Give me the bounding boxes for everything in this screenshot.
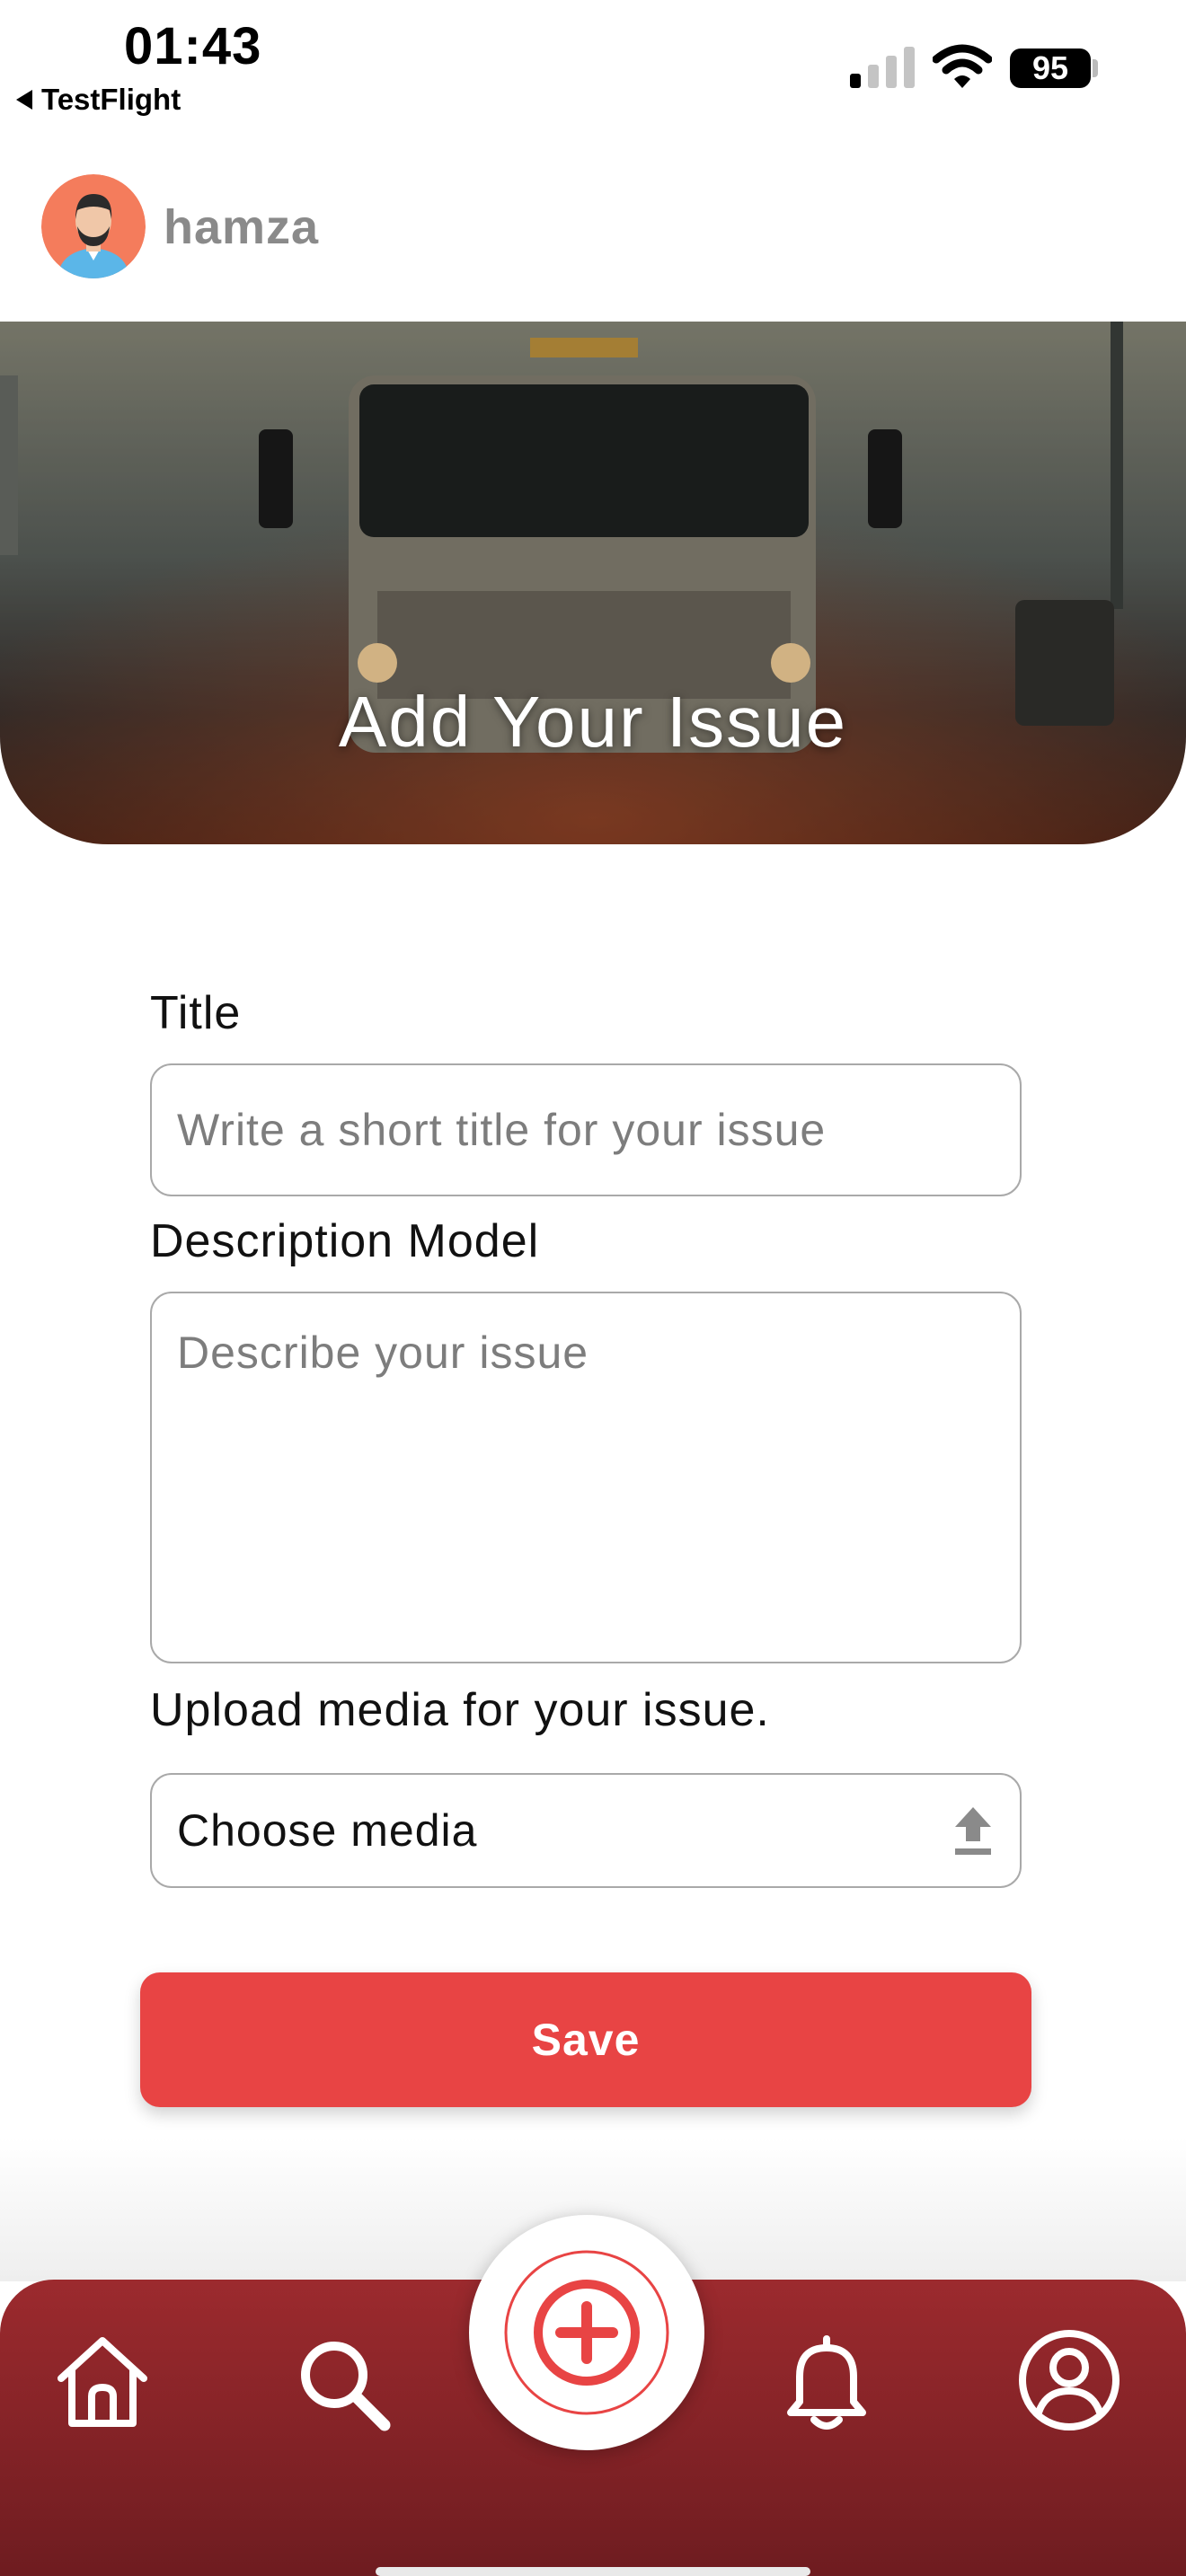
search-icon[interactable] xyxy=(289,2330,397,2438)
home-icon[interactable] xyxy=(49,2328,156,2436)
wifi-icon xyxy=(933,44,992,88)
username: hamza xyxy=(164,200,320,254)
back-app-label: TestFlight xyxy=(41,83,181,116)
home-indicator xyxy=(376,2567,810,2576)
description-textarea[interactable]: Describe your issue xyxy=(150,1292,1022,1663)
back-arrow-icon xyxy=(16,90,32,110)
title-label: Title xyxy=(150,987,242,1039)
add-icon xyxy=(504,2250,669,2415)
battery-indicator: 95 xyxy=(1010,49,1091,88)
back-to-testflight[interactable]: TestFlight xyxy=(16,83,181,117)
cellular-signal-icon xyxy=(850,47,915,88)
save-button[interactable]: Save xyxy=(140,1972,1031,2107)
hero-banner: Add Your Issue xyxy=(0,322,1186,844)
choose-media-label: Choose media xyxy=(177,1805,478,1856)
media-label: Upload media for your issue. xyxy=(150,1684,770,1736)
title-input[interactable]: Write a short title for your issue xyxy=(150,1063,1022,1196)
choose-media-button[interactable]: Choose media xyxy=(150,1773,1022,1888)
truck-background-image xyxy=(0,322,1186,844)
battery-tip xyxy=(1093,59,1098,77)
add-issue-button[interactable] xyxy=(469,2215,704,2450)
bell-icon[interactable] xyxy=(773,2326,881,2434)
status-time: 01:43 xyxy=(124,17,262,75)
status-bar: 01:43 TestFlight 95 xyxy=(0,0,1186,126)
profile-icon[interactable] xyxy=(1015,2326,1123,2434)
page-title: Add Your Issue xyxy=(338,682,848,762)
avatar[interactable] xyxy=(41,174,146,278)
avatar-image xyxy=(41,174,146,278)
description-label: Description Model xyxy=(150,1215,540,1267)
upload-icon xyxy=(955,1807,991,1855)
